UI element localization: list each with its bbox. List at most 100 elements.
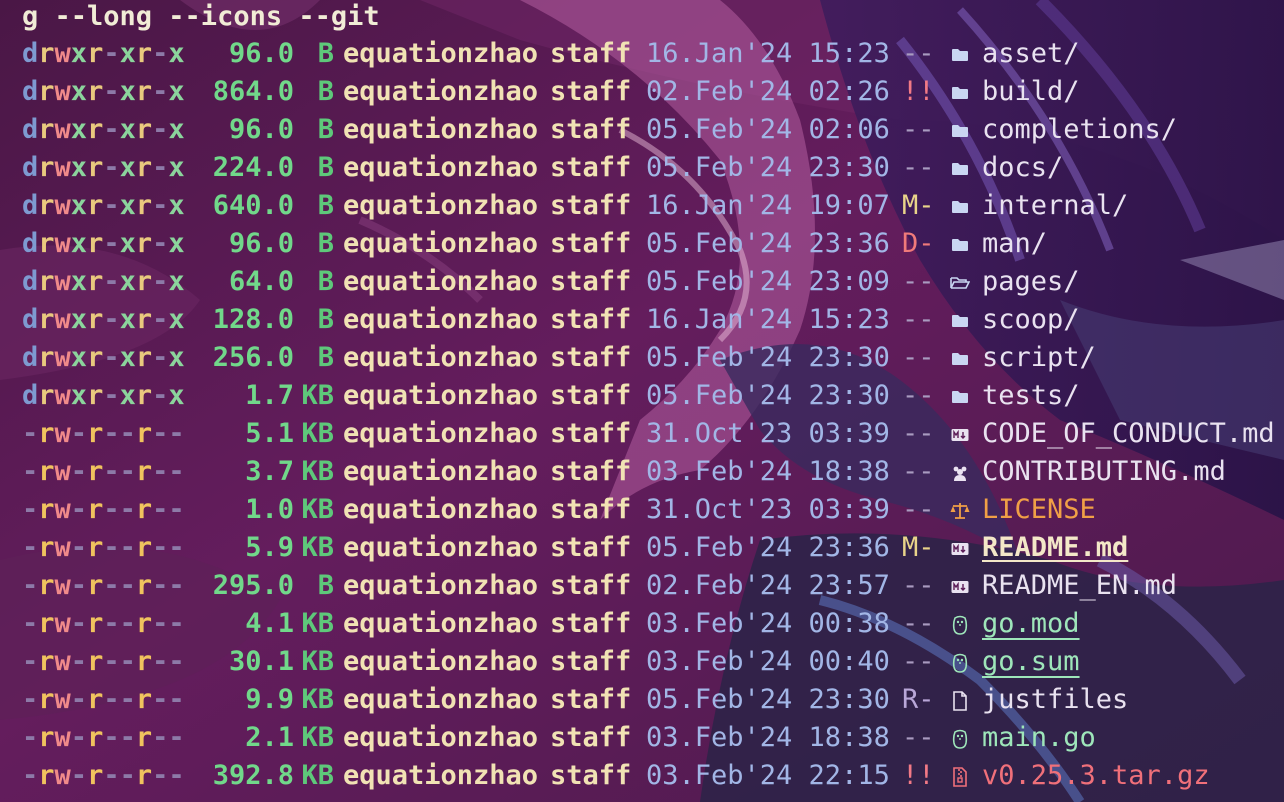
- owner: equationzhao: [343, 418, 539, 449]
- modified-date: 05.Feb'24 02:06: [646, 114, 890, 145]
- modified-date: 05.Feb'24 23:09: [646, 266, 890, 297]
- git-status: --: [902, 494, 935, 525]
- file-name[interactable]: CONTRIBUTING.md: [982, 453, 1226, 491]
- archive-icon: [947, 757, 973, 795]
- file-name[interactable]: CODE_OF_CONDUCT.md: [982, 415, 1275, 453]
- file-name[interactable]: main.go: [982, 719, 1096, 757]
- file-name[interactable]: man/: [982, 225, 1047, 263]
- owner: equationzhao: [343, 456, 539, 487]
- permissions: -rw-r--r--: [22, 418, 185, 449]
- file-row: -rw-r--r-- 9.9 KB equationzhao staff 05.Feb'2…: [0, 681, 1284, 719]
- git-status: --: [902, 152, 935, 183]
- file-name[interactable]: build/: [982, 73, 1080, 111]
- markdown-icon: [947, 415, 973, 453]
- file-name[interactable]: pages/: [982, 263, 1080, 301]
- file-row: -rw-r--r-- 2.1 KB equationzhao staff 03.Feb'2…: [0, 719, 1284, 757]
- file-row: -rw-r--r-- 4.1 KB equationzhao staff 03.Feb'2…: [0, 605, 1284, 643]
- file-size: 30.1: [228, 646, 294, 677]
- file-name[interactable]: tests/: [982, 377, 1080, 415]
- owner: equationzhao: [343, 494, 539, 525]
- folder-icon: [947, 187, 973, 225]
- size-unit: B: [317, 152, 334, 183]
- git-status: --: [902, 114, 935, 145]
- size-unit: B: [317, 266, 334, 297]
- file-name[interactable]: LICENSE: [982, 491, 1096, 529]
- git-status: --: [902, 380, 935, 411]
- permissions: drwxr-xr-x: [22, 228, 185, 259]
- gopher-icon: [947, 719, 973, 757]
- file-name[interactable]: script/: [982, 339, 1096, 377]
- file-size: 1.0: [245, 494, 294, 525]
- file-name[interactable]: README_EN.md: [982, 567, 1177, 605]
- size-unit: KB: [301, 760, 334, 791]
- owner: equationzhao: [343, 532, 539, 563]
- git-status: R-: [902, 684, 935, 715]
- size-unit: KB: [301, 608, 334, 639]
- markdown-icon: [947, 567, 973, 605]
- folder-icon: [947, 73, 973, 111]
- terminal-window[interactable]: g --long --icons --git drwxr-xr-x 96.0 Beq…: [0, 0, 1284, 802]
- git-status: --: [902, 646, 935, 677]
- permissions: drwxr-xr-x: [22, 266, 185, 297]
- modified-date: 31.Oct'23 03:39: [646, 418, 890, 449]
- owner: equationzhao: [343, 114, 539, 145]
- file-name[interactable]: scoop/: [982, 301, 1080, 339]
- group: staff: [550, 114, 632, 145]
- file-size: 96.0: [228, 114, 294, 145]
- modified-date: 03.Feb'24 18:38: [646, 722, 890, 753]
- file-icon: [947, 681, 973, 719]
- git-status: !!: [902, 760, 935, 791]
- modified-date: 16.Jan'24 15:23: [646, 304, 890, 335]
- file-name[interactable]: README.md: [982, 529, 1128, 567]
- size-unit: B: [317, 76, 334, 107]
- file-name[interactable]: completions/: [982, 111, 1177, 149]
- size-unit: KB: [301, 494, 334, 525]
- file-size: 224.0: [212, 152, 294, 183]
- file-name[interactable]: docs/: [982, 149, 1063, 187]
- group: staff: [550, 266, 632, 297]
- owner: equationzhao: [343, 608, 539, 639]
- size-unit: B: [317, 342, 334, 373]
- owner: equationzhao: [343, 76, 539, 107]
- group: staff: [550, 152, 632, 183]
- folder-icon: [947, 339, 973, 377]
- file-row: drwxr-xr-x 96.0 Bequationzhao staff 05.Feb'2…: [0, 225, 1284, 263]
- owner: equationzhao: [343, 380, 539, 411]
- git-status: D-: [902, 228, 935, 259]
- folder-icon: [947, 111, 973, 149]
- git-status: --: [902, 722, 935, 753]
- group: staff: [550, 684, 632, 715]
- modified-date: 03.Feb'24 00:38: [646, 608, 890, 639]
- group: staff: [550, 722, 632, 753]
- modified-date: 03.Feb'24 18:38: [646, 456, 890, 487]
- file-name[interactable]: go.mod: [982, 605, 1080, 643]
- permissions: drwxr-xr-x: [22, 152, 185, 183]
- file-row: -rw-r--r-- 5.9 KB equationzhao staff 05.Feb'2…: [0, 529, 1284, 567]
- modified-date: 16.Jan'24 15:23: [646, 38, 890, 69]
- owner: equationzhao: [343, 190, 539, 221]
- modified-date: 05.Feb'24 23:30: [646, 152, 890, 183]
- file-row: drwxr-xr-x 128.0 Bequationzhao staff 16.Jan'…: [0, 301, 1284, 339]
- modified-date: 05.Feb'24 23:36: [646, 228, 890, 259]
- file-name[interactable]: justfiles: [982, 681, 1128, 719]
- permissions: drwxr-xr-x: [22, 76, 185, 107]
- permissions: -rw-r--r--: [22, 722, 185, 753]
- size-unit: KB: [301, 684, 334, 715]
- group: staff: [550, 646, 632, 677]
- group: staff: [550, 570, 632, 601]
- modified-date: 31.Oct'23 03:39: [646, 494, 890, 525]
- group: staff: [550, 760, 632, 791]
- modified-date: 05.Feb'24 23:30: [646, 684, 890, 715]
- file-name[interactable]: go.sum: [982, 643, 1080, 681]
- file-name[interactable]: asset/: [982, 35, 1080, 73]
- permissions: -rw-r--r--: [22, 684, 185, 715]
- file-size: 864.0: [212, 76, 294, 107]
- folder-icon: [947, 35, 973, 73]
- file-size: 4.1: [245, 608, 294, 639]
- modified-date: 05.Feb'24 23:30: [646, 342, 890, 373]
- group: staff: [550, 190, 632, 221]
- group: staff: [550, 418, 632, 449]
- file-name[interactable]: internal/: [982, 187, 1128, 225]
- file-row: drwxr-xr-x 256.0 Bequationzhao staff 05.Feb'…: [0, 339, 1284, 377]
- file-name[interactable]: v0.25.3.tar.gz: [982, 757, 1210, 795]
